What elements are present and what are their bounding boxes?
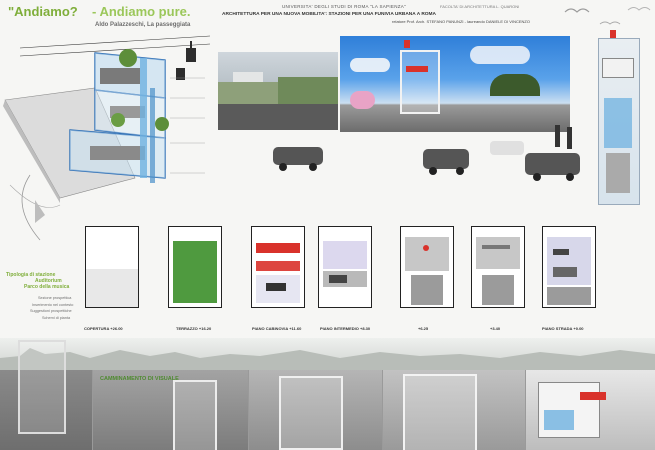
plan-intermedio <box>318 226 372 308</box>
poster-board: "Andiamo? - Andiamo pure. Aldo Palazzesc… <box>0 0 655 450</box>
plan-label-7: PIANO STRADA +0.00 <box>542 326 584 331</box>
university-line: UNIVERSITA' DEGLI STUDI DI ROMA "LA SAPI… <box>282 4 406 9</box>
bottom-panel-4 <box>383 370 525 450</box>
plan-label-4: PIANO INTERMEDIO +8.30 <box>320 326 371 331</box>
plan-label-2: TERRAZZO +16.20 <box>176 326 212 331</box>
bottom-caption: CAMMINAMENTO DI VISUALE <box>100 376 179 382</box>
plan-625 <box>400 226 454 308</box>
plan-label-6: +3.40 <box>490 326 501 331</box>
side-note-3: Suggestioni prospettiche <box>30 309 72 313</box>
bottom-panel-2 <box>93 370 248 450</box>
side-title-line-3: Parco della musica <box>24 284 70 290</box>
plan-label-1: COPERTURA +26.00 <box>84 326 123 331</box>
plan-340 <box>471 226 525 308</box>
skyline-silhouette <box>0 348 655 370</box>
street-photo-context <box>218 52 338 130</box>
plan-label-5: +6.25 <box>418 326 429 331</box>
bottom-panel-3 <box>249 370 382 450</box>
faculty-line: FACOLTA' DI ARCHITETTURA L. QUARONI <box>440 4 520 9</box>
slogan-left: "Andiamo? <box>8 4 78 19</box>
plan-terrazzo <box>168 226 222 308</box>
street-cars <box>273 125 580 181</box>
slogan-right: - Andiamo pure. <box>92 4 191 19</box>
street-render-view <box>340 36 570 132</box>
tower-render-right <box>590 28 650 208</box>
credits-line: relatore Prof. Arch. STEFANO PANUNZI - l… <box>392 19 530 24</box>
plan-label-3: PIANO CABINOVIA +11.60 <box>252 326 302 331</box>
plan-cabinovia <box>251 226 305 308</box>
side-note-2: Inserimento nel contesto <box>32 303 74 307</box>
bottom-panel-1 <box>0 340 92 450</box>
project-title: ARCHITETTURA PER UNA NUOVA MOBILITA': ST… <box>222 12 436 17</box>
plan-copertura <box>85 226 139 308</box>
bottom-strip: CAMMINAMENTO DI VISUALE <box>0 340 655 450</box>
plans-row: COPERTURA +26.00 TERRAZZO +16.20 PIANO C… <box>80 218 610 338</box>
site-map-sketch <box>9 174 61 241</box>
bottom-panel-5 <box>526 370 655 450</box>
plan-strada <box>542 226 596 308</box>
side-note-4: Schemi di pianta <box>42 316 71 320</box>
side-note-1: Sezione prospettica <box>38 296 72 300</box>
